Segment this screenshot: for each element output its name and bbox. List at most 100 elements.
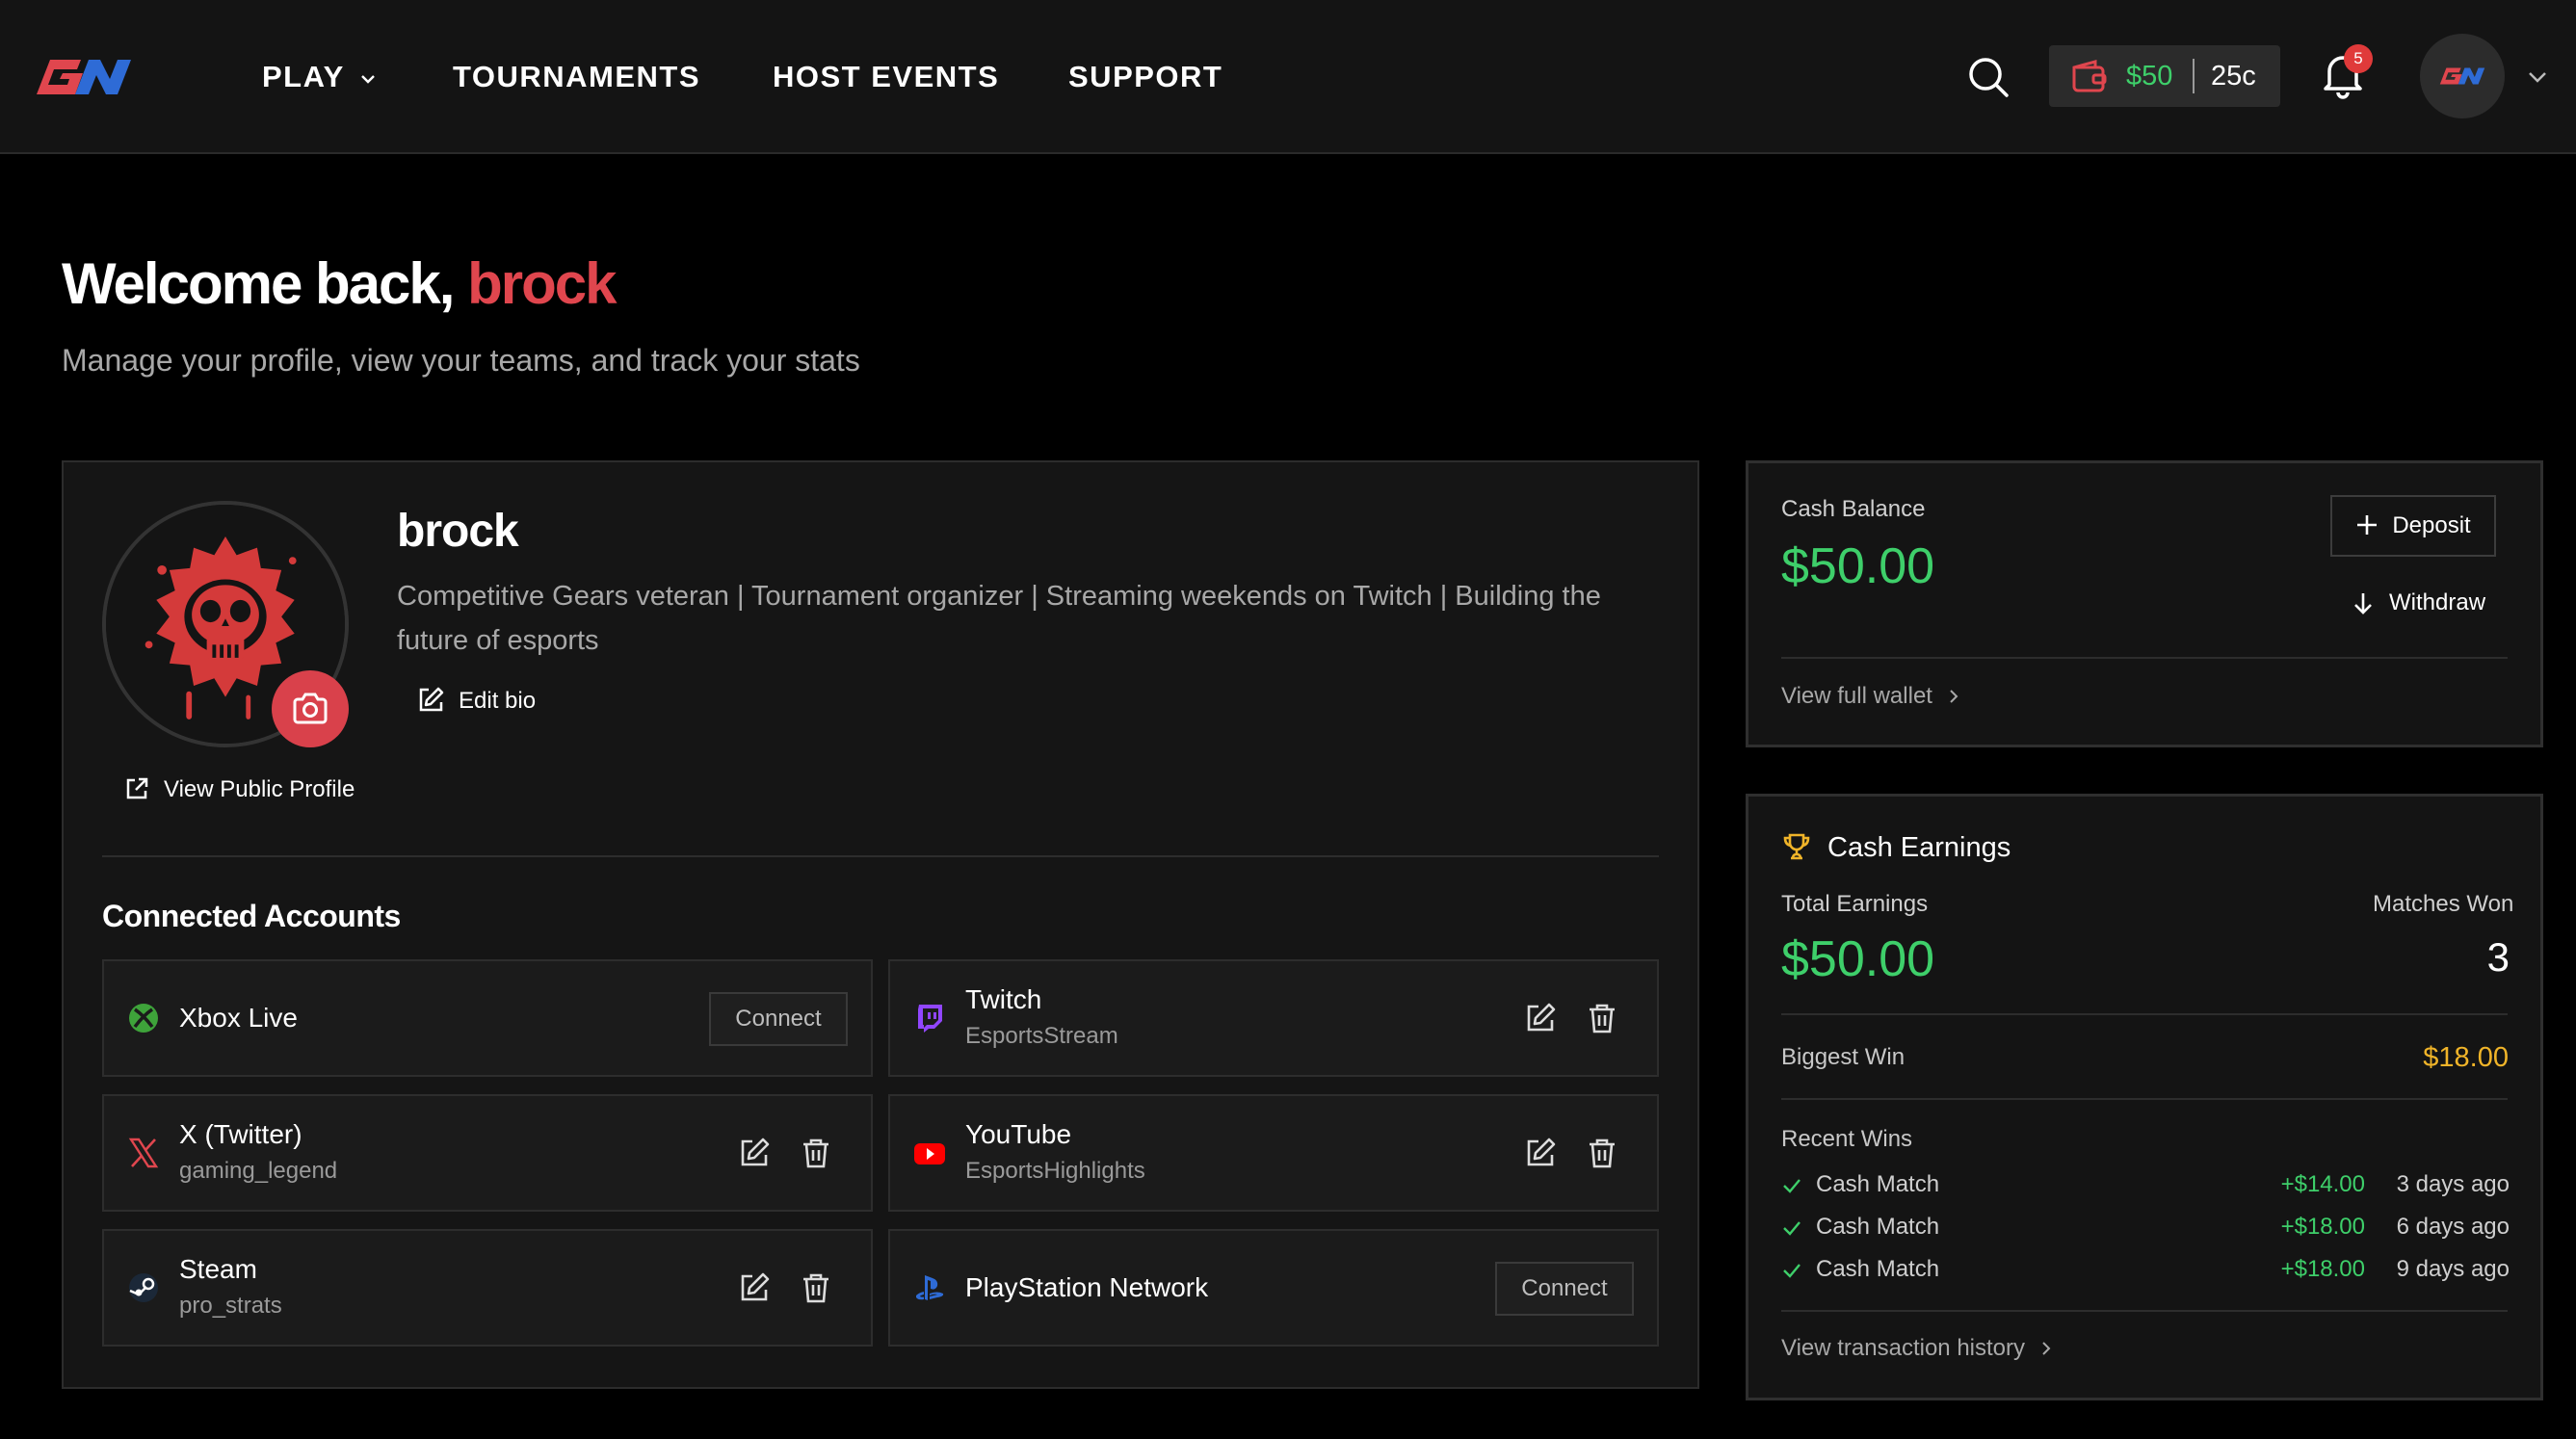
account-username: gaming_legend (179, 1158, 338, 1184)
account-card-twitch: Twitch EsportsStream (888, 959, 1659, 1077)
page-title: Welcome back, brock (62, 249, 617, 320)
cash-balance-amount: $50.00 (1781, 538, 1935, 594)
connect-xbox-button[interactable]: Connect (709, 992, 848, 1046)
nav-tournaments[interactable]: TOURNAMENTS (453, 56, 700, 98)
user-menu-avatar[interactable] (2420, 34, 2505, 118)
xbox-icon (129, 1004, 158, 1033)
gn-logo[interactable] (29, 56, 139, 98)
matches-won-count: 3 (2486, 934, 2510, 980)
welcome-prefix: Welcome back, (62, 251, 455, 316)
view-history-label: View transaction history (1781, 1335, 2026, 1361)
check-icon (1783, 1179, 1801, 1193)
nav-host-events[interactable]: HOST EVENTS (773, 56, 999, 98)
search-icon[interactable] (1965, 54, 2011, 100)
win-time: 3 days ago (2396, 1171, 2510, 1197)
account-username: EsportsHighlights (965, 1158, 1145, 1184)
edit-icon[interactable] (1524, 1137, 1557, 1169)
account-card-xbox: Xbox Live Connect (102, 959, 873, 1077)
win-time: 9 days ago (2396, 1256, 2510, 1282)
profile-bio: Competitive Gears veteran | Tournament o… (397, 581, 1601, 656)
win-time: 6 days ago (2396, 1214, 2510, 1240)
edit-icon[interactable] (738, 1271, 771, 1304)
profile-name: brock (397, 506, 519, 557)
win-type: Cash Match (1816, 1171, 1940, 1197)
trash-icon[interactable] (800, 1137, 832, 1169)
recent-wins-label: Recent Wins (1781, 1126, 1913, 1152)
wallet-pill[interactable]: $50 25c (2049, 45, 2280, 107)
edit-icon[interactable] (738, 1137, 771, 1169)
account-name: Twitch (965, 984, 1042, 1014)
page-subtitle: Manage your profile, view your teams, an… (62, 343, 860, 378)
account-name: X (Twitter) (179, 1119, 302, 1149)
wallet-coins: 25c (2211, 61, 2256, 92)
wallet-separator (2193, 59, 2195, 93)
recent-win-row: Cash Match +$18.00 6 days ago (1781, 1210, 2510, 1244)
earnings-divider (1781, 1310, 2508, 1312)
win-type: Cash Match (1816, 1214, 1940, 1240)
profile-divider (102, 855, 1659, 857)
win-type: Cash Match (1816, 1256, 1940, 1282)
check-icon (1783, 1221, 1801, 1236)
account-name: PlayStation Network (965, 1272, 1209, 1302)
nav-support[interactable]: SUPPORT (1068, 56, 1222, 98)
chevron-down-icon[interactable] (2526, 65, 2549, 89)
check-icon (1783, 1264, 1801, 1278)
edit-icon[interactable] (1524, 1002, 1557, 1034)
deposit-button[interactable]: Deposit (2330, 495, 2496, 557)
chevron-down-icon (360, 74, 375, 84)
win-amount: +$18.00 (2280, 1256, 2365, 1282)
x-twitter-icon (128, 1138, 159, 1168)
recent-win-row: Cash Match +$18.00 9 days ago (1781, 1252, 2510, 1287)
chevron-right-icon (1950, 690, 1958, 703)
trash-icon[interactable] (1586, 1002, 1618, 1034)
wallet-cash: $50 (2126, 61, 2173, 92)
account-card-playstation: PlayStation Network Connect (888, 1229, 1659, 1347)
connect-playstation-button[interactable]: Connect (1495, 1262, 1634, 1316)
account-username: EsportsStream (965, 1023, 1118, 1049)
withdraw-label: Withdraw (2389, 589, 2486, 615)
camera-icon (293, 693, 328, 724)
earnings-title: Cash Earnings (1781, 828, 2011, 867)
arrow-down-icon (2354, 593, 2372, 615)
trash-icon[interactable] (1586, 1137, 1618, 1169)
youtube-icon (914, 1143, 945, 1164)
view-full-wallet-link[interactable]: View full wallet (1781, 680, 1961, 713)
view-transaction-history-link[interactable]: View transaction history (1781, 1332, 2054, 1365)
account-name: Steam (179, 1254, 257, 1284)
win-amount: +$18.00 (2280, 1214, 2365, 1240)
trophy-icon (1783, 833, 1810, 860)
gn-logo-small (2439, 67, 2485, 85)
edit-icon (419, 687, 444, 712)
steam-icon (129, 1273, 158, 1302)
recent-win-row: Cash Match +$14.00 3 days ago (1781, 1167, 2510, 1202)
edit-bio-label: Edit bio (459, 688, 537, 714)
view-public-profile-link[interactable]: View Public Profile (123, 771, 355, 809)
account-card-youtube: YouTube EsportsHighlights (888, 1094, 1659, 1212)
wallet-icon (2072, 60, 2107, 92)
total-earnings-amount: $50.00 (1781, 931, 1935, 987)
biggest-win-amount: $18.00 (2423, 1042, 2509, 1073)
nav-play[interactable]: PLAY (262, 56, 378, 98)
deposit-label: Deposit (2392, 512, 2471, 538)
account-name: YouTube (965, 1119, 1072, 1149)
earnings-divider (1781, 1013, 2508, 1015)
external-link-icon (126, 777, 148, 799)
welcome-username: brock (467, 251, 617, 316)
nav-play-label: PLAY (262, 60, 345, 93)
plus-icon (2357, 515, 2378, 535)
wallet-divider (1781, 657, 2508, 659)
chevron-right-icon (2042, 1342, 2051, 1355)
top-nav: PLAY TOURNAMENTS HOST EVENTS SUPPORT $50… (0, 0, 2576, 154)
earnings-title-label: Cash Earnings (1827, 832, 2011, 863)
change-avatar-button[interactable] (272, 670, 349, 747)
earnings-divider (1781, 1098, 2508, 1100)
total-earnings-label: Total Earnings (1781, 891, 1929, 917)
edit-bio-button[interactable]: Edit bio (416, 682, 536, 720)
playstation-icon (916, 1275, 944, 1300)
trash-icon[interactable] (800, 1271, 832, 1304)
twitch-icon (918, 1005, 942, 1033)
connected-accounts-title: Connected Accounts (102, 899, 401, 933)
withdraw-button[interactable]: Withdraw (2351, 584, 2485, 622)
biggest-win-label: Biggest Win (1781, 1044, 1906, 1070)
view-public-label: View Public Profile (164, 776, 355, 802)
